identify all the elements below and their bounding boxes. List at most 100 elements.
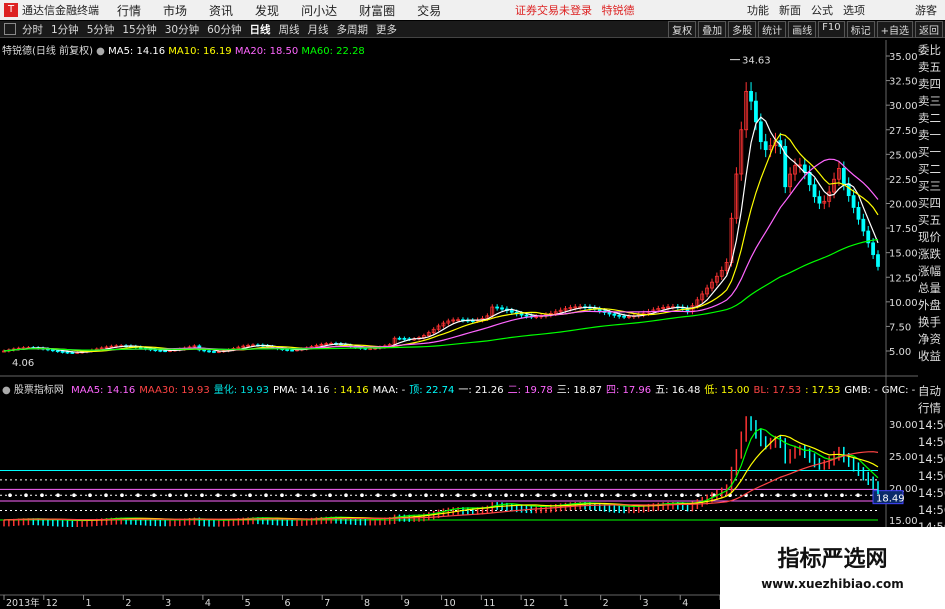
level-marker-dot	[248, 493, 252, 498]
candle-body	[876, 254, 880, 267]
quote-field[interactable]: 总量	[918, 280, 945, 297]
tick-time[interactable]: 14:50	[918, 502, 945, 519]
main-axis-label: 17.50	[889, 224, 918, 235]
time-axis-label: 6	[284, 598, 290, 609]
level-marker-dot	[664, 493, 668, 498]
candle-body	[163, 350, 168, 353]
level-marker-dot	[24, 493, 28, 498]
level-marker-dot	[440, 493, 444, 498]
quote-field[interactable]: 换手	[918, 314, 945, 331]
level-marker-dot	[824, 493, 828, 498]
level-marker-dot	[504, 493, 508, 498]
quote-field[interactable]: 买二	[918, 161, 945, 178]
quote-field[interactable]: 净资	[918, 331, 945, 348]
quote-field[interactable]: 卖五	[918, 59, 945, 76]
level-marker-dot	[360, 493, 364, 498]
indicator-axis-label: 25.00	[889, 452, 918, 463]
main-axis-label: 30.00	[889, 101, 918, 112]
level-marker-dot	[312, 493, 316, 498]
candle-body	[841, 167, 846, 185]
candle-body	[749, 91, 753, 102]
quote-side-panel: 委比 卖五 卖四 卖三 卖二 卖一 买一 买二 买三 买四 买五 现价 涨跌 涨幅 总量 外盘 换手 净资 收益	[918, 42, 945, 365]
tick-time[interactable]: 行情	[918, 400, 945, 417]
time-axis-label: 2	[603, 598, 609, 609]
indicator-axis-label: 15.00	[889, 516, 918, 527]
time-axis-label: 12	[523, 598, 535, 609]
level-marker-dot	[568, 493, 572, 498]
candle-body	[812, 184, 817, 198]
level-marker-dot	[632, 493, 636, 498]
quote-field[interactable]: 委比	[918, 42, 945, 59]
main-axis-label: 20.00	[889, 200, 918, 211]
candle-body	[402, 337, 407, 340]
ma20-line	[3, 158, 879, 352]
level-marker-dot	[488, 493, 492, 498]
quote-field[interactable]: 卖三	[918, 93, 945, 110]
quote-field[interactable]: 卖二	[918, 110, 945, 127]
candle-body	[758, 121, 763, 143]
quote-field[interactable]: 涨幅	[918, 263, 945, 280]
level-marker-dot	[680, 493, 684, 498]
time-axis-label: 7	[324, 598, 330, 609]
candle-body	[861, 218, 866, 232]
level-marker-dot	[840, 493, 844, 498]
quote-side-panel-bottom: 自动行情14:5014:5014:5014:5014:5014:5014:50	[918, 383, 945, 536]
quote-field[interactable]: 买五	[918, 212, 945, 229]
indicator-fast-line	[3, 428, 879, 522]
indicator-slow-line	[3, 451, 879, 521]
time-axis-label: 9	[404, 598, 410, 609]
time-axis-label: 2	[125, 598, 131, 609]
main-axis-label: 32.50	[889, 77, 918, 88]
quote-field[interactable]: 买三	[918, 178, 945, 195]
candle-body	[519, 313, 524, 316]
time-axis-label: 12	[46, 598, 58, 609]
level-marker-dot	[696, 493, 700, 498]
indicator-axis-label: 30.00	[889, 420, 918, 431]
level-marker-dot	[856, 493, 860, 498]
level-marker-dot	[776, 493, 780, 498]
quote-field[interactable]: 外盘	[918, 297, 945, 314]
tick-time[interactable]: 14:50	[918, 434, 945, 451]
quote-field[interactable]: 现价	[918, 229, 945, 246]
quote-field[interactable]: 卖四	[918, 76, 945, 93]
candle-body	[153, 349, 158, 352]
level-marker-dot	[152, 493, 156, 498]
level-marker-dot	[616, 493, 620, 498]
indicator-value-tag-text: 18.49	[876, 494, 905, 505]
level-marker-dot	[424, 493, 428, 498]
ma5-line	[3, 116, 879, 353]
quote-field[interactable]: 买一	[918, 144, 945, 161]
candle-body	[70, 352, 75, 354]
candle-body	[509, 310, 514, 313]
quote-field[interactable]: 卖一	[918, 127, 945, 144]
time-axis-label: 3	[642, 598, 648, 609]
candle-body	[524, 314, 529, 317]
watermark-url: www.xuezhibiao.com	[761, 577, 904, 591]
quote-field[interactable]: 买四	[918, 195, 945, 212]
level-marker-dot	[584, 493, 588, 498]
tick-time[interactable]: 14:50	[918, 468, 945, 485]
kline-chart-area[interactable]: 35.0032.5030.0027.5025.0022.5020.0017.50…	[0, 0, 945, 609]
level-marker-dot	[520, 493, 524, 498]
time-axis-label: 2013年	[6, 597, 40, 609]
level-marker-dot	[296, 493, 300, 498]
candle-body	[212, 351, 216, 353]
tick-time[interactable]: 14:50	[918, 417, 945, 434]
time-axis-label: 8	[364, 598, 370, 609]
tick-time[interactable]: 14:50	[918, 485, 945, 502]
level-marker-dot	[760, 493, 764, 498]
level-marker-dot	[184, 493, 188, 498]
quote-field[interactable]: 收益	[918, 348, 945, 365]
tick-time[interactable]: 自动	[918, 383, 945, 400]
time-axis-label: 4	[682, 598, 688, 609]
quote-field[interactable]: 涨跌	[918, 246, 945, 263]
level-marker-dot	[792, 493, 796, 498]
candle-body	[290, 349, 294, 352]
level-marker-dot	[808, 493, 812, 498]
level-marker-dot	[408, 493, 412, 498]
tick-time[interactable]: 14:50	[918, 451, 945, 468]
time-axis-label: 1	[86, 598, 92, 609]
time-axis-label: 11	[483, 598, 495, 609]
level-marker-dot	[8, 493, 12, 498]
main-axis-label: 7.50	[889, 322, 911, 333]
